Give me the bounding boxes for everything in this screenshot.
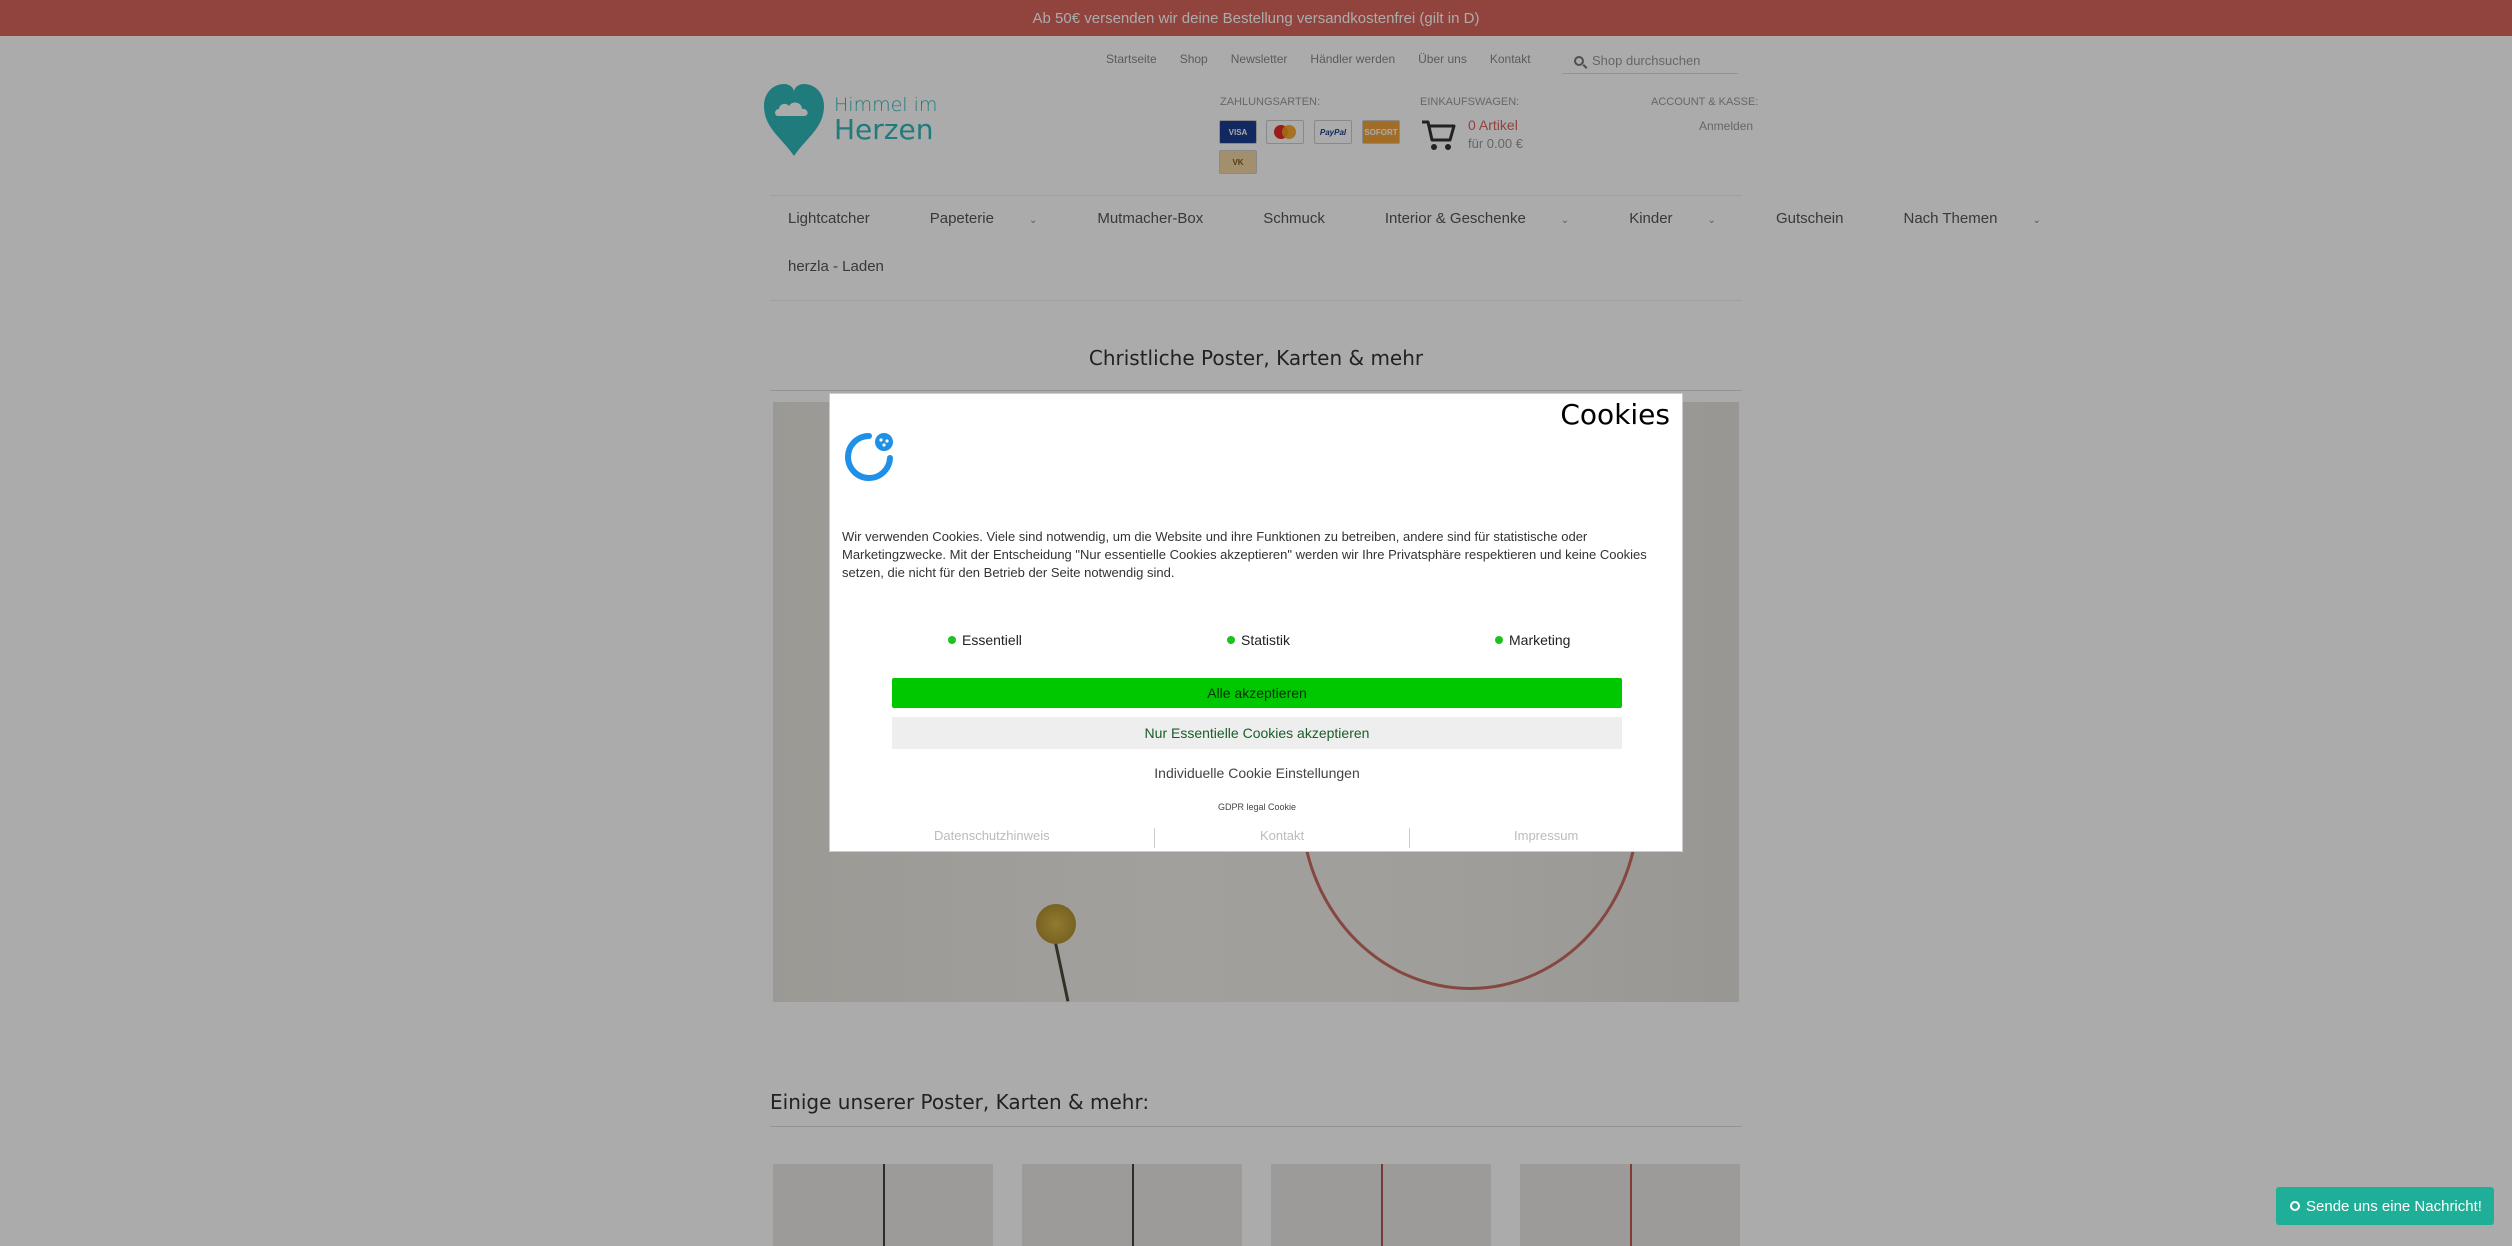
gdpr-credit[interactable]: GDPR legal Cookie [830,802,1684,812]
individual-settings-button[interactable]: Individuelle Cookie Einstellungen [892,758,1622,788]
option-label: Marketing [1509,632,1571,648]
option-marketing[interactable]: Marketing [1495,632,1570,648]
option-label: Essentiell [962,632,1022,648]
dialog-body-text: Wir verwenden Cookies. Viele sind notwen… [842,529,1647,580]
chat-label: Sende uns eine Nachricht! [2306,1197,2482,1215]
status-dot-icon [1495,636,1503,644]
option-essentiell[interactable]: Essentiell [948,632,1022,648]
option-label: Statistik [1241,632,1291,648]
privacy-link[interactable]: Datenschutzhinweis [934,828,1050,843]
cookie-consent-dialog: Cookies Wir verwenden Cookies. Viele sin… [829,393,1683,852]
status-dot-icon [948,636,956,644]
cookie-logo-icon [845,433,893,481]
option-statistik[interactable]: Statistik [1227,632,1290,648]
link-separator [1154,828,1155,848]
dialog-title: Cookies [1560,398,1670,431]
accept-essential-button[interactable]: Nur Essentielle Cookies akzeptieren [892,717,1622,749]
chat-bubble-icon [2290,1201,2300,1211]
accept-all-button[interactable]: Alle akzeptieren [892,678,1622,708]
status-dot-icon [1227,636,1235,644]
link-separator [1409,828,1410,848]
chat-button[interactable]: Sende uns eine Nachricht! [2276,1187,2494,1225]
contact-link[interactable]: Kontakt [1260,828,1304,843]
imprint-link[interactable]: Impressum [1514,828,1578,843]
